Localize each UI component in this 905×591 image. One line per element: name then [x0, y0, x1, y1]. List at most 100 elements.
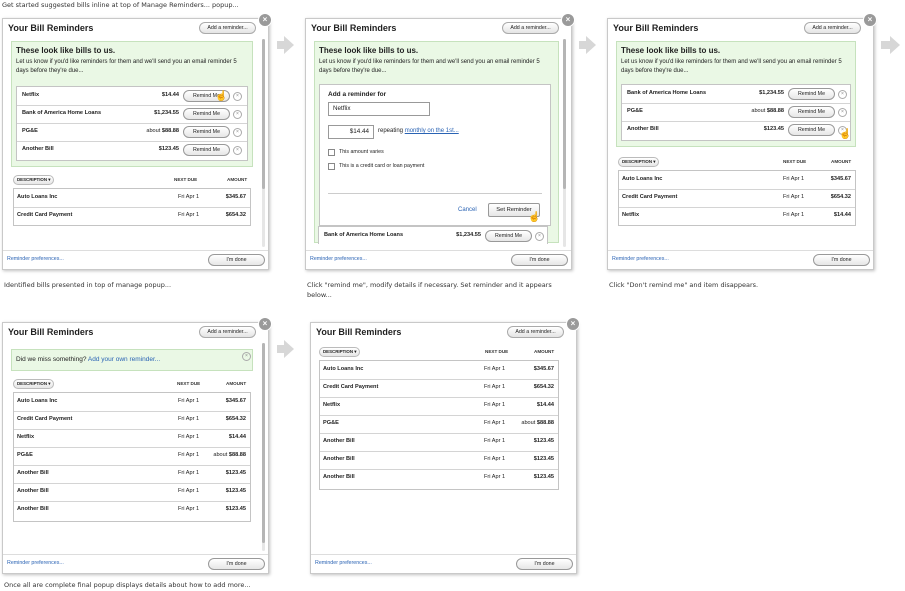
top-caption: Get started suggested bills inline at to…	[2, 1, 239, 9]
add-reminder-button[interactable]: Add a reminder...	[804, 22, 861, 34]
reminder-name: Credit Card Payment	[17, 212, 73, 218]
caption-2: Click "remind me", modify details if nec…	[307, 281, 552, 299]
bill-amount-value: $1,234.55	[154, 110, 179, 116]
bill-name-input[interactable]: Netflix	[328, 102, 430, 116]
remind-me-button[interactable]: Remind Me	[183, 108, 230, 120]
remind-me-button[interactable]: Remind Me	[788, 124, 835, 136]
table-row: Another Bill Fri Apr 1 $123.45	[14, 501, 250, 519]
credit-card-checkbox[interactable]	[328, 163, 335, 170]
reminder-amount-value: $654.32	[830, 194, 851, 200]
dismiss-icon[interactable]: ×	[242, 352, 251, 361]
add-reminder-button[interactable]: Add a reminder...	[502, 22, 559, 34]
reminder-name: Another Bill	[17, 488, 49, 494]
done-button[interactable]: I'm done	[208, 558, 265, 570]
remind-me-button[interactable]: Remind Me	[788, 106, 835, 118]
close-icon[interactable]: ×	[258, 317, 272, 331]
reminder-amount-value: $123.45	[225, 470, 246, 476]
scrollbar[interactable]	[262, 343, 265, 551]
description-sort-button[interactable]: DESCRIPTION ▾	[319, 347, 361, 357]
reminder-preferences-link[interactable]: Reminder preferences...	[315, 560, 372, 566]
scrollbar[interactable]	[262, 39, 265, 247]
reminder-due-date: Fri Apr 1	[178, 434, 200, 440]
done-button[interactable]: I'm done	[516, 558, 573, 570]
scrollbar-thumb[interactable]	[262, 39, 265, 189]
reminder-amount: about $88.88	[521, 420, 554, 426]
next-due-header: NEXT DUE	[783, 159, 807, 164]
suggested-row: Bank of America Home Loans $1,234.55 Remin…	[622, 85, 850, 104]
caption-3: Click "Don't remind me" and item disappe…	[609, 281, 759, 289]
suggested-bills-box: These look like bills to us. Let us know…	[11, 41, 253, 167]
table-row: Auto Loans Inc Fri Apr 1 $345.67	[14, 393, 250, 412]
table-row: PG&E Fri Apr 1 about $88.88	[14, 447, 250, 466]
add-reminder-button[interactable]: Add a reminder...	[199, 22, 256, 34]
dismiss-icon[interactable]: ×	[233, 110, 242, 119]
close-icon[interactable]: ×	[566, 317, 580, 331]
caption-1: Identified bills presented in top of man…	[4, 281, 172, 289]
bill-amount-value: $1,234.55	[759, 90, 784, 96]
reminder-name: Credit Card Payment	[323, 384, 379, 390]
remind-me-button[interactable]: Remind Me	[485, 230, 532, 242]
table-row: Credit Card Payment Fri Apr 1 $654.32	[14, 411, 250, 430]
dismiss-icon[interactable]: ×	[233, 128, 242, 137]
bill-name: Bank of America Home Loans	[324, 232, 404, 238]
remind-me-button[interactable]: Remind Me	[183, 144, 230, 156]
reminders-table: Auto Loans Inc Fri Apr 1 $345.67 Credit Car…	[618, 170, 856, 226]
suggested-row: PG&E about $88.88 Remind Me ×	[17, 123, 247, 142]
bill-reminders-popup-5: Your Bill Reminders Add a reminder... × …	[310, 317, 580, 574]
amount-header: AMOUNT	[226, 381, 247, 386]
suggested-row: Bank of America Home Loans $1,234.55 Remin…	[17, 105, 247, 124]
table-row: Another Bill Fri Apr 1 $123.45	[14, 483, 250, 502]
description-sort-button[interactable]: DESCRIPTION ▾	[618, 157, 660, 167]
done-button[interactable]: I'm done	[511, 254, 568, 266]
reminder-amount: $654.32	[831, 194, 851, 200]
dismiss-icon[interactable]: ×	[838, 108, 847, 117]
reminder-name: Netflix	[323, 402, 341, 408]
bill-name: PG&E	[627, 108, 643, 114]
suggested-subtitle: Let us know if you'd like reminders for …	[16, 59, 237, 74]
suggested-subtitle: Let us know if you'd like reminders for …	[621, 59, 842, 74]
reminder-name: PG&E	[17, 452, 33, 458]
scrollbar-thumb[interactable]	[262, 343, 265, 543]
done-button[interactable]: I'm done	[813, 254, 870, 266]
dismiss-icon[interactable]: ×	[233, 146, 242, 155]
table-row: Credit Card Payment Fri Apr 1 $654.32	[14, 207, 250, 225]
bill-reminders-popup-1: Your Bill Reminders Add a reminder... × …	[2, 13, 272, 270]
remind-me-button[interactable]: Remind Me	[788, 88, 835, 100]
add-own-reminder-link[interactable]: Add your own reminder...	[88, 356, 160, 363]
repeat-schedule-link[interactable]: monthly on the 1st...	[405, 128, 459, 134]
reminder-amount-value: $654.32	[225, 416, 246, 422]
description-sort-button[interactable]: DESCRIPTION ▾	[13, 379, 55, 389]
dismiss-icon[interactable]: ×	[233, 92, 242, 101]
popup-title: Your Bill Reminders	[8, 327, 94, 337]
close-icon[interactable]: ×	[863, 13, 877, 27]
bill-amount: $14.44	[127, 92, 179, 98]
amount-input[interactable]: $14.44	[328, 125, 374, 139]
missed-bills-box: Did we miss something? Add your own remi…	[11, 349, 253, 371]
reminder-preferences-link[interactable]: Reminder preferences...	[612, 256, 669, 262]
reminders-table: Auto Loans Inc Fri Apr 1 $345.67 Credit Car…	[319, 360, 559, 490]
reminder-amount-value: $14.44	[833, 212, 851, 218]
dismiss-icon[interactable]: ×	[838, 90, 847, 99]
scrollbar[interactable]	[563, 39, 566, 247]
close-icon[interactable]: ×	[561, 13, 575, 27]
scrollbar-thumb[interactable]	[563, 39, 566, 189]
reminder-amount-value: $123.45	[225, 488, 246, 494]
add-reminder-button[interactable]: Add a reminder...	[199, 326, 256, 338]
description-sort-button[interactable]: DESCRIPTION ▾	[13, 175, 55, 185]
reminder-preferences-link[interactable]: Reminder preferences...	[7, 560, 64, 566]
add-reminder-button[interactable]: Add a reminder...	[507, 326, 564, 338]
amount-varies-checkbox[interactable]	[328, 149, 335, 156]
reminder-due-date: Fri Apr 1	[178, 194, 200, 200]
reminder-preferences-link[interactable]: Reminder preferences...	[310, 256, 367, 262]
remind-me-button[interactable]: Remind Me	[183, 126, 230, 138]
reminder-amount: $654.32	[226, 212, 246, 218]
bill-amount-value: $123.45	[158, 146, 179, 152]
popup-title: Your Bill Reminders	[8, 23, 94, 33]
dismiss-icon[interactable]: ×	[535, 232, 544, 241]
close-icon[interactable]: ×	[258, 13, 272, 27]
cancel-link[interactable]: Cancel	[458, 207, 477, 213]
reminder-amount-value: $345.67	[225, 398, 246, 404]
reminder-preferences-link[interactable]: Reminder preferences...	[7, 256, 64, 262]
done-button[interactable]: I'm done	[208, 254, 265, 266]
reminder-amount-value: $345.67	[225, 194, 246, 200]
